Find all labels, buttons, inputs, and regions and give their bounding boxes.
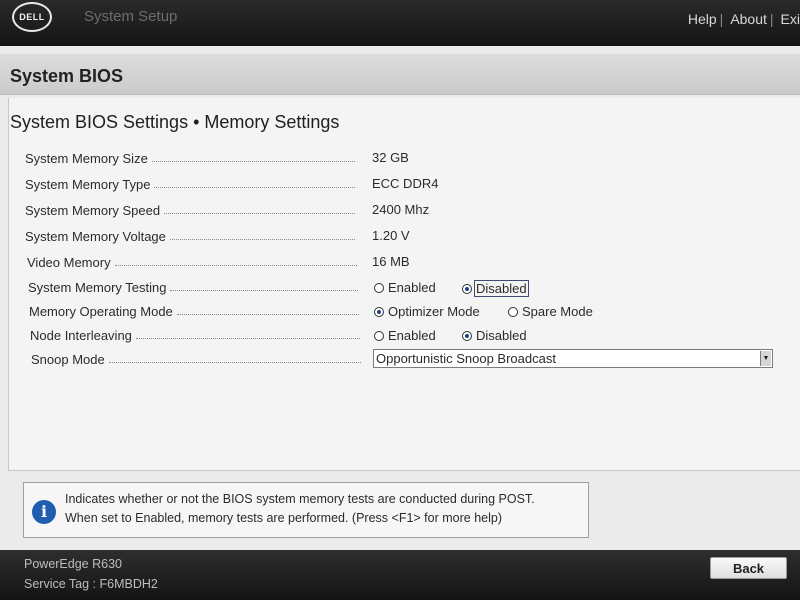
- back-button[interactable]: Back: [710, 557, 787, 579]
- setting-row-memory-size: System Memory Size 32 GB: [0, 146, 800, 170]
- screen: DELL System Setup Help | About | Exi System …: [0, 0, 800, 600]
- help-link[interactable]: Help: [688, 11, 717, 27]
- setting-row-operating-mode: Memory Operating Mode Optimizer Mode Spa…: [0, 299, 800, 323]
- setting-label-text: System Memory Testing: [28, 280, 167, 295]
- node-interleaving-disabled-radio[interactable]: Disabled: [462, 328, 527, 343]
- radio-label: Optimizer Mode: [388, 304, 480, 319]
- setting-label-text: System Memory Voltage: [25, 229, 166, 244]
- snoop-mode-select[interactable]: Opportunistic Snoop Broadcast ▼: [373, 349, 773, 368]
- setting-label: System Memory Speed: [25, 202, 355, 218]
- leader-dots: [108, 362, 361, 363]
- leader-dots: [169, 239, 355, 240]
- memory-type-value: ECC DDR4: [372, 176, 439, 191]
- setting-label: Memory Operating Mode: [29, 303, 359, 319]
- setting-label-text: System Memory Size: [25, 151, 148, 166]
- radio-circle-selected: [462, 330, 472, 341]
- help-text: Indicates whether or not the BIOS system…: [65, 490, 585, 528]
- setting-row-memory-voltage: System Memory Voltage 1.20 V: [0, 224, 800, 248]
- setting-label-text: Video Memory: [27, 255, 111, 270]
- radio-circle: [508, 306, 518, 317]
- breadcrumb: System BIOS Settings • Memory Settings: [10, 112, 340, 132]
- help-line-2: When set to Enabled, memory tests are pe…: [65, 511, 502, 525]
- dropdown-arrow-icon[interactable]: ▼: [760, 351, 771, 366]
- top-bar: DELL System Setup Help | About | Exi: [0, 0, 800, 46]
- setting-row-memory-type: System Memory Type ECC DDR4: [0, 172, 800, 196]
- memory-testing-enabled-radio[interactable]: Enabled: [374, 280, 436, 295]
- memory-speed-value: 2400 Mhz: [372, 202, 430, 217]
- setting-row-snoop-mode: Snoop Mode Opportunistic Snoop Broadcast…: [0, 347, 800, 371]
- link-separator: |: [719, 11, 724, 27]
- radio-label: Enabled: [388, 280, 436, 295]
- setting-label: Snoop Mode: [31, 351, 361, 367]
- setting-row-node-interleaving: Node Interleaving Enabled Disabled: [0, 323, 800, 347]
- leader-dots: [151, 161, 355, 162]
- radio-circle: [374, 282, 384, 293]
- setting-label-text: Node Interleaving: [30, 328, 132, 343]
- leader-dots: [135, 338, 360, 339]
- leader-dots: [170, 290, 358, 291]
- page-header: System BIOS: [0, 54, 800, 95]
- leader-dots: [176, 314, 359, 315]
- radio-circle-selected: [374, 306, 384, 317]
- page-title: System BIOS: [10, 66, 124, 86]
- setting-row-video-memory: Video Memory 16 MB: [0, 250, 800, 274]
- setting-label-text: Snoop Mode: [31, 352, 105, 367]
- operating-mode-spare-radio[interactable]: Spare Mode: [508, 304, 593, 319]
- setting-label: Node Interleaving: [30, 327, 360, 343]
- setting-label: System Memory Type: [25, 176, 355, 192]
- setting-row-memory-testing: System Memory Testing Enabled Disabled: [0, 275, 800, 299]
- setting-label-text: Memory Operating Mode: [29, 304, 173, 319]
- snoop-mode-value: Opportunistic Snoop Broadcast: [376, 351, 556, 366]
- exit-link[interactable]: Exi: [781, 11, 800, 27]
- radio-label: Enabled: [388, 328, 436, 343]
- model-name: PowerEdge R630: [24, 557, 122, 571]
- app-title: System Setup: [84, 8, 178, 25]
- operating-mode-optimizer-radio[interactable]: Optimizer Mode: [374, 304, 480, 319]
- setting-label-text: System Memory Speed: [25, 203, 161, 218]
- info-icon: i: [32, 500, 56, 524]
- memory-size-value: 32 GB: [372, 150, 409, 165]
- radio-circle: [374, 330, 384, 341]
- memory-testing-disabled-radio[interactable]: Disabled: [462, 280, 529, 297]
- setting-row-memory-speed: System Memory Speed 2400 Mhz: [0, 198, 800, 222]
- service-tag: Service Tag : F6MBDH2: [24, 577, 158, 591]
- dell-logo: DELL: [12, 2, 52, 32]
- radio-label: Disabled: [476, 328, 527, 343]
- leader-dots: [164, 213, 355, 214]
- footer: PowerEdge R630 Service Tag : F6MBDH2 Bac…: [0, 550, 800, 600]
- radio-circle-selected: [462, 283, 472, 294]
- setting-label: System Memory Size: [25, 150, 355, 166]
- memory-voltage-value: 1.20 V: [372, 228, 410, 243]
- setting-label-text: System Memory Type: [25, 177, 151, 192]
- setting-label: Video Memory: [27, 254, 357, 270]
- setting-label: System Memory Voltage: [25, 228, 355, 244]
- radio-label-focused: Disabled: [474, 280, 529, 297]
- leader-dots: [114, 265, 357, 266]
- help-line-1: Indicates whether or not the BIOS system…: [65, 492, 535, 506]
- help-box: i Indicates whether or not the BIOS syst…: [23, 482, 589, 538]
- setting-label: System Memory Testing: [28, 279, 358, 295]
- video-memory-value: 16 MB: [372, 254, 410, 269]
- about-link[interactable]: About: [730, 11, 767, 27]
- radio-label: Spare Mode: [522, 304, 593, 319]
- leader-dots: [154, 187, 355, 188]
- link-separator: |: [769, 11, 774, 27]
- top-links: Help | About | Exi: [684, 11, 800, 27]
- node-interleaving-enabled-radio[interactable]: Enabled: [374, 328, 436, 343]
